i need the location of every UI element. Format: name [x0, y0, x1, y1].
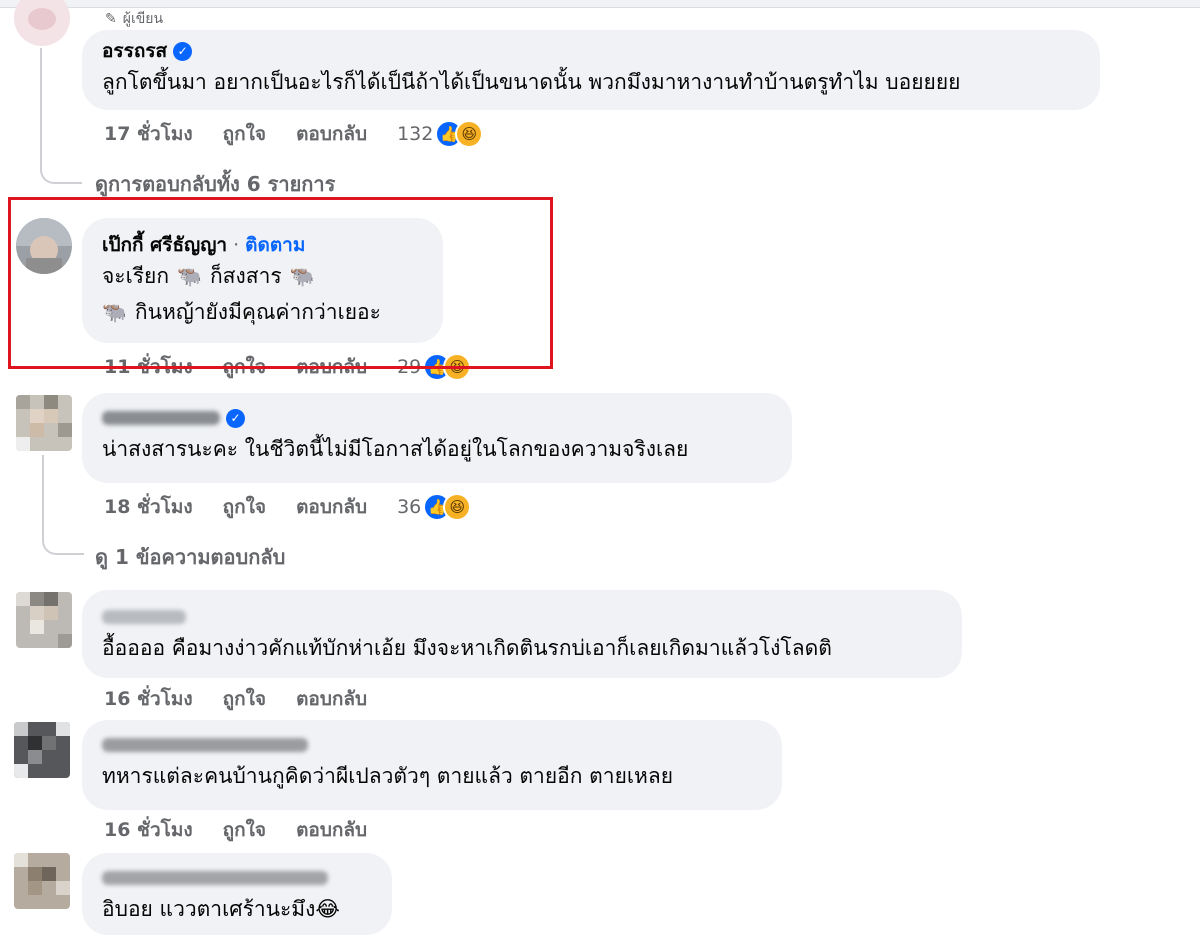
comment-text: ลูกโตขึ้นมา อยากเป็นอะไรก็ได้เป็นีถ้าได้…	[102, 70, 961, 94]
comment-text: ทหารแต่ละคนบ้านกูคิดว่าผีเปลวตัวๆ ตายแล้…	[102, 764, 674, 788]
comment-text-part: ก็สงสาร	[209, 264, 282, 288]
blurred-author-name	[102, 610, 186, 624]
comment-text-part: กินหญ้ายังมีคุณค่ากว่าเยอะ	[134, 300, 381, 324]
reply-button[interactable]: ตอบกลับ	[296, 815, 367, 845]
avatar[interactable]	[14, 853, 70, 909]
comment-timestamp[interactable]: 16 ชั่วโมง	[104, 815, 193, 845]
comment-bubble: ทหารแต่ละคนบ้านกูคิดว่าผีเปลวตัวๆ ตายแล้…	[82, 720, 782, 810]
comment-actions: 17 ชั่วโมง ถูกใจ ตอบกลับ 132 👍 😆	[104, 119, 484, 149]
comment-text-part: จะเรียก	[102, 264, 170, 288]
comment-timestamp[interactable]: 16 ชั่วโมง	[104, 684, 193, 714]
water-buffalo-emoji: 🐃	[102, 300, 127, 324]
view-replies-link[interactable]: ดู 1 ข้อความตอบกลับ	[95, 541, 285, 573]
like-button[interactable]: ถูกใจ	[223, 492, 266, 522]
separator-dot: ·	[233, 234, 240, 256]
author-tag-label: ผู้เขียน	[122, 11, 164, 27]
blurred-author-name	[102, 411, 220, 425]
comment-bubble: อรรถรส ✓ ลูกโตขึ้นมา อยากเป็นอะไรก็ได้เป…	[82, 30, 1100, 110]
reply-button[interactable]: ตอบกลับ	[296, 119, 367, 149]
haha-reaction-icon: 😆	[443, 493, 472, 521]
comment-author[interactable]: อรรถรส	[102, 36, 167, 66]
reply-button[interactable]: ตอบกลับ	[296, 492, 367, 522]
author-tag: ✎ ผู้เขียน	[105, 8, 163, 30]
comment-text: อื้ออออ คือมางง่าวคักแท้บักห่าเอ้ย มึงจะ…	[102, 636, 832, 660]
pencil-icon: ✎	[105, 11, 117, 27]
comment-timestamp[interactable]: 11 ชั่วโมง	[104, 352, 193, 382]
top-divider	[0, 0, 1200, 8]
comment-actions: 16 ชั่วโมง ถูกใจ ตอบกลับ	[104, 684, 397, 714]
comment-bubble: ✓ น่าสงสารนะคะ ในชีวิตนี้ไม่มีโอกาสได้อย…	[82, 393, 792, 483]
reply-thread-curve	[42, 535, 84, 555]
comment-bubble: เป๊กกี้ ศรีธัญญา · ติดตาม จะเรียก 🐃 ก็สงสา…	[82, 218, 443, 343]
water-buffalo-emoji: 🐃	[289, 264, 315, 288]
avatar[interactable]	[16, 395, 72, 451]
like-button[interactable]: ถูกใจ	[223, 352, 266, 382]
follow-button[interactable]: ติดตาม	[245, 230, 305, 260]
view-replies-link[interactable]: ดูการตอบกลับทั้ง 6 รายการ	[95, 168, 335, 200]
reply-button[interactable]: ตอบกลับ	[296, 352, 367, 382]
like-button[interactable]: ถูกใจ	[223, 119, 266, 149]
comment-actions: 11 ชั่วโมง ถูกใจ ตอบกลับ 29 👍 😆	[104, 352, 472, 382]
blurred-author-name	[102, 871, 328, 885]
comment-text: น่าสงสารนะคะ ในชีวิตนี้ไม่มีโอกาสได้อยู่…	[102, 437, 689, 461]
avatar[interactable]	[16, 592, 72, 648]
comment-text: อิบอย แววตาเศร้านะมึง😂	[102, 897, 340, 921]
comment-actions: 16 ชั่วโมง ถูกใจ ตอบกลับ	[104, 815, 397, 845]
comment-author[interactable]: เป๊กกี้ ศรีธัญญา	[102, 230, 227, 260]
like-button[interactable]: ถูกใจ	[223, 684, 266, 714]
reply-button[interactable]: ตอบกลับ	[296, 684, 367, 714]
reply-thread-line	[42, 455, 44, 537]
comment-bubble: อื้ออออ คือมางง่าวคักแท้บักห่าเอ้ย มึงจะ…	[82, 590, 962, 678]
reaction-count[interactable]: 29	[397, 356, 421, 378]
reaction-count[interactable]: 132	[397, 123, 433, 145]
haha-reaction-icon: 😆	[443, 353, 472, 381]
avatar[interactable]	[14, 722, 70, 778]
verified-badge-icon: ✓	[173, 41, 193, 61]
comment-text-line-2: 🐃 กินหญ้ายังมีคุณค่ากว่าเยอะ	[102, 294, 423, 330]
reaction-count[interactable]: 36	[397, 496, 421, 518]
blurred-author-name	[102, 738, 308, 752]
comment-text-line-1: จะเรียก 🐃 ก็สงสาร 🐃	[102, 258, 423, 294]
comment-bubble: อิบอย แววตาเศร้านะมึง😂	[82, 853, 392, 935]
comment-timestamp[interactable]: 18 ชั่วโมง	[104, 492, 193, 522]
avatar[interactable]	[14, 0, 70, 46]
haha-reaction-icon: 😆	[455, 120, 484, 148]
comment-actions: 18 ชั่วโมง ถูกใจ ตอบกลับ 36 👍 😆	[104, 492, 472, 522]
reply-thread-line	[40, 48, 42, 166]
verified-badge-icon: ✓	[226, 408, 245, 428]
like-button[interactable]: ถูกใจ	[223, 815, 266, 845]
comment-timestamp[interactable]: 17 ชั่วโมง	[104, 119, 193, 149]
reply-thread-curve	[40, 164, 82, 184]
avatar[interactable]	[16, 218, 72, 274]
water-buffalo-emoji: 🐃	[177, 264, 202, 288]
